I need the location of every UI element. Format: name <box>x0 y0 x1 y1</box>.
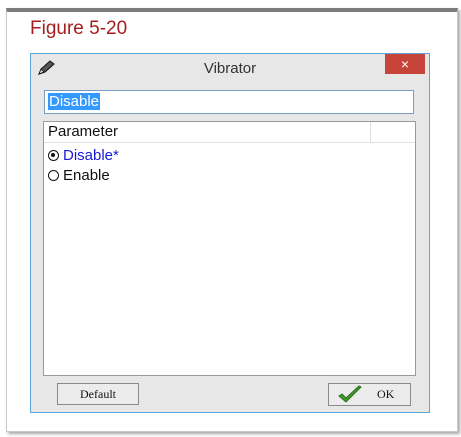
ok-button[interactable]: OK <box>328 383 411 406</box>
option-disable[interactable]: Disable* <box>48 147 119 164</box>
option-label: Enable <box>63 167 110 184</box>
close-icon: × <box>400 56 410 72</box>
option-label: Disable* <box>63 147 119 164</box>
default-button[interactable]: Default <box>57 383 139 405</box>
vibrator-dialog: Vibrator × Disable Parameter Disable* En… <box>30 53 430 413</box>
checkmark-icon <box>337 385 363 405</box>
parameter-list[interactable]: Parameter Disable* Enable <box>43 121 416 376</box>
option-enable[interactable]: Enable <box>48 167 110 184</box>
window-title: Vibrator <box>203 60 257 77</box>
list-header: Parameter <box>44 122 415 143</box>
column-header-parameter: Parameter <box>48 123 119 140</box>
value-input[interactable]: Disable <box>44 90 414 114</box>
ok-label: OK <box>377 387 395 401</box>
figure-title: Figure 5-20 <box>30 18 128 39</box>
close-button[interactable]: × <box>385 54 425 74</box>
radio-selected-icon[interactable] <box>48 150 59 161</box>
value-input-text: Disable <box>48 93 101 110</box>
column-separator <box>370 122 371 142</box>
title-bar[interactable]: Vibrator × <box>31 54 429 84</box>
radio-unselected-icon[interactable] <box>48 170 59 181</box>
